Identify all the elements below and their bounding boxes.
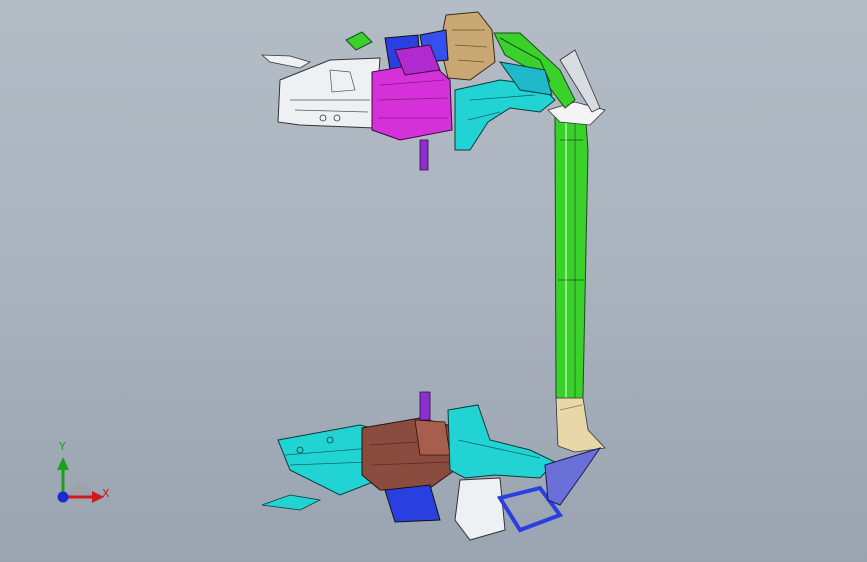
coordinate-triad: Y X: [48, 440, 118, 510]
x-axis-label: X: [102, 487, 110, 500]
graphics-viewport[interactable]: Y X: [0, 0, 867, 562]
cad-model-view[interactable]: [0, 0, 867, 562]
rocker-rail[interactable]: [547, 101, 606, 453]
y-axis-label: Y: [59, 440, 66, 453]
lower-front-structure[interactable]: [261, 391, 602, 541]
